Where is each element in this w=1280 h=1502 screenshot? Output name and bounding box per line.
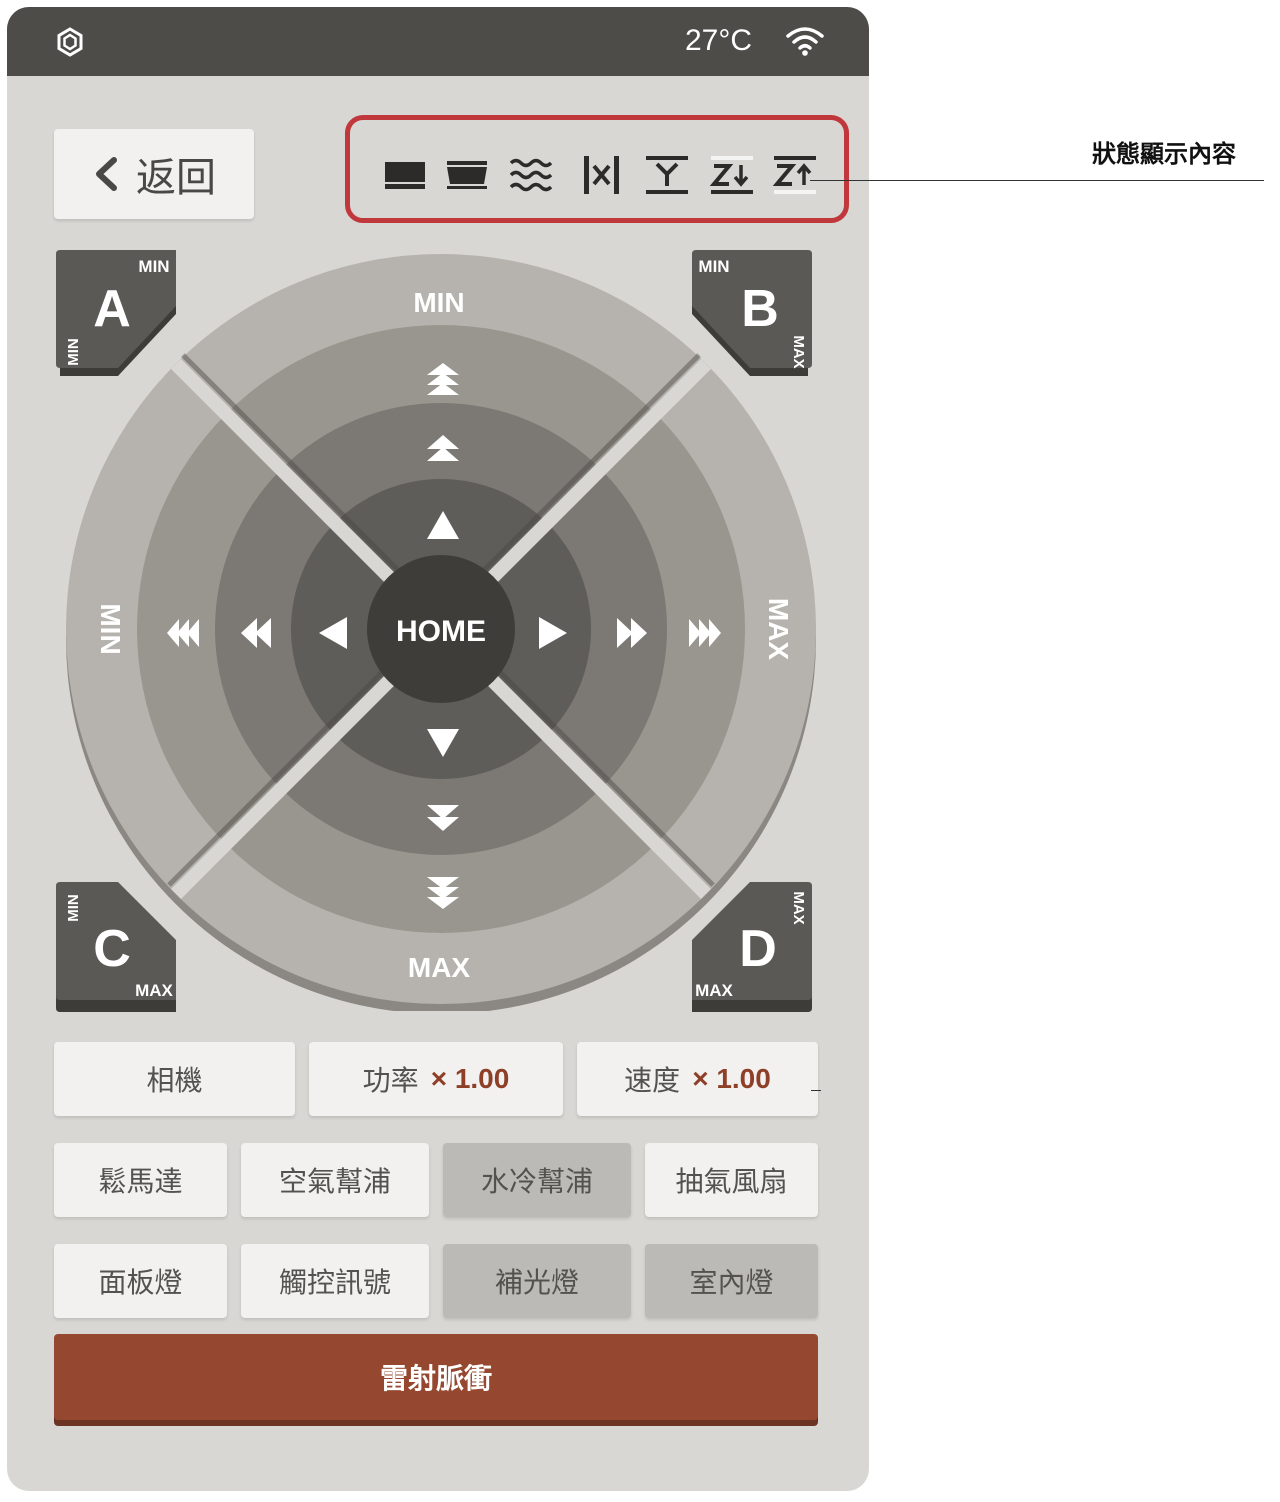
jog-top-label: MIN bbox=[413, 287, 464, 318]
fill-light-label: 補光燈 bbox=[494, 1266, 579, 1299]
annotation-label: 狀態顯示內容 bbox=[1092, 140, 1236, 168]
camera-button[interactable]: 相機 bbox=[54, 1042, 295, 1116]
material-tray-icon bbox=[447, 161, 487, 189]
panel-light-label: 面板燈 bbox=[98, 1266, 183, 1299]
exhaust-fan-label: 抽氣風扇 bbox=[675, 1165, 788, 1198]
material-flat-icon bbox=[385, 162, 425, 189]
air-pump-button[interactable]: 空氣幫浦 bbox=[241, 1143, 429, 1217]
back-button[interactable]: 返回 bbox=[54, 129, 254, 219]
home-label: HOME bbox=[396, 615, 486, 648]
touch-signal-label: 觸控訊號 bbox=[278, 1266, 391, 1299]
speed-button[interactable]: 速度 × 1.00 bbox=[577, 1042, 818, 1116]
annotation-tick bbox=[811, 1090, 821, 1091]
z-down-icon bbox=[709, 156, 753, 194]
jog-left-label: MIN bbox=[95, 603, 126, 654]
room-light-button[interactable]: 室內燈 bbox=[645, 1244, 818, 1318]
device-screen: 27°C 返回 A MIN MIN B MIN MAX C MIN MAX D … bbox=[7, 7, 869, 1491]
water-waves-icon bbox=[509, 158, 553, 192]
camera-label: 相機 bbox=[146, 1064, 203, 1097]
back-button-label: 返回 bbox=[136, 155, 216, 201]
power-button[interactable]: 功率 × 1.00 bbox=[309, 1042, 563, 1116]
hexagon-logo-icon bbox=[57, 27, 83, 57]
panel-light-button[interactable]: 面板燈 bbox=[54, 1244, 227, 1318]
speed-label: 速度 bbox=[624, 1064, 681, 1097]
y-limit-icon bbox=[646, 156, 688, 194]
wifi-icon bbox=[786, 27, 824, 56]
release-motor-label: 鬆馬達 bbox=[98, 1165, 183, 1198]
laser-pulse-button[interactable]: 雷射脈衝 bbox=[54, 1334, 818, 1420]
speed-value: × 1.00 bbox=[692, 1063, 771, 1094]
fill-light-button[interactable]: 補光燈 bbox=[443, 1244, 631, 1318]
power-value: × 1.00 bbox=[430, 1063, 510, 1094]
jog-wheel: HOME MIN MAX MIN MAX bbox=[66, 254, 816, 1011]
room-light-label: 室內燈 bbox=[689, 1266, 774, 1299]
annotation-leader-line bbox=[810, 180, 1264, 181]
exhaust-fan-button[interactable]: 抽氣風扇 bbox=[645, 1143, 818, 1217]
status-bar: 27°C bbox=[7, 7, 869, 76]
touch-signal-button[interactable]: 觸控訊號 bbox=[241, 1244, 429, 1318]
jog-right-label: MAX bbox=[763, 598, 794, 661]
release-motor-button[interactable]: 鬆馬達 bbox=[54, 1143, 227, 1217]
air-pump-label: 空氣幫浦 bbox=[278, 1165, 391, 1198]
water-pump-label: 水冷幫浦 bbox=[480, 1165, 593, 1198]
temperature-readout: 27°C bbox=[685, 24, 753, 57]
laser-pulse-label: 雷射脈衝 bbox=[379, 1362, 492, 1395]
x-limit-icon bbox=[584, 156, 619, 194]
jog-bottom-label: MAX bbox=[408, 952, 471, 983]
status-display bbox=[345, 115, 849, 223]
z-up-icon bbox=[772, 156, 816, 194]
chevron-left-icon bbox=[96, 157, 117, 191]
power-label: 功率 bbox=[362, 1064, 419, 1097]
water-pump-button[interactable]: 水冷幫浦 bbox=[443, 1143, 631, 1217]
